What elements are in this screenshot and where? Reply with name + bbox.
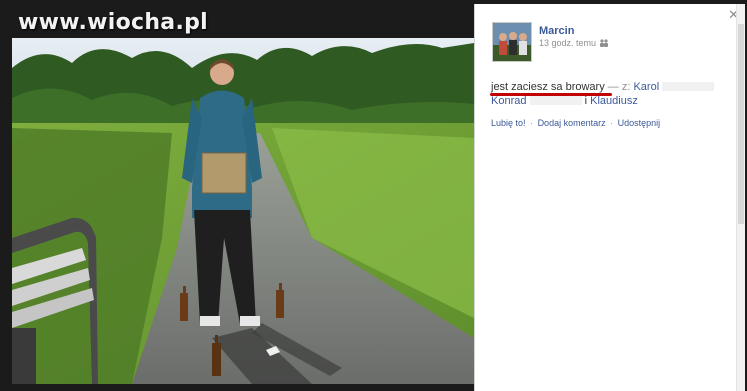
avatar[interactable] bbox=[492, 22, 532, 62]
tagged-karol[interactable]: Karol bbox=[633, 81, 659, 93]
redacted-surname bbox=[529, 96, 582, 105]
tagged-conjunction: i bbox=[584, 95, 588, 107]
panel-scrollbar[interactable] bbox=[736, 4, 745, 391]
site-watermark: www.wiocha.pl bbox=[18, 10, 208, 35]
bottle bbox=[276, 290, 284, 318]
scrollbar-thumb[interactable] bbox=[738, 24, 744, 224]
bottle bbox=[212, 343, 221, 376]
like-link[interactable]: Lubię to! bbox=[491, 118, 526, 128]
comment-link[interactable]: Dodaj komentarz bbox=[538, 118, 606, 128]
action-separator: · bbox=[610, 118, 614, 128]
bottle bbox=[180, 293, 188, 321]
tagged-konrad[interactable]: Konrad bbox=[491, 95, 526, 107]
people-icon bbox=[599, 39, 609, 47]
post-caption: jest zaciesz sa browary — z: Karol Konra… bbox=[490, 80, 731, 108]
post-info-panel: ✕ Marcin 13 godz. temu jest zaciesz sa b… bbox=[474, 4, 745, 391]
status-text-wrap: jest zaciesz sa browary bbox=[490, 81, 612, 96]
avatar-image bbox=[493, 23, 531, 61]
post-time[interactable]: 13 godz. temu bbox=[539, 38, 596, 48]
post-actions: Lubię to! · Dodaj komentarz · Udostępnij bbox=[491, 118, 660, 128]
highlight-underline bbox=[490, 93, 612, 96]
post-meta: 13 godz. temu bbox=[539, 38, 609, 48]
status-text: jest zaciesz sa browary bbox=[491, 81, 605, 93]
action-separator: · bbox=[530, 118, 534, 128]
tagged-klaudiusz[interactable]: Klaudiusz bbox=[590, 95, 638, 107]
share-link[interactable]: Udostępnij bbox=[618, 118, 661, 128]
redacted-surname bbox=[662, 82, 715, 91]
with-separator: — z: bbox=[607, 81, 631, 93]
post-photo[interactable] bbox=[12, 38, 474, 384]
park-photo bbox=[12, 38, 474, 384]
author-name[interactable]: Marcin bbox=[539, 25, 574, 37]
